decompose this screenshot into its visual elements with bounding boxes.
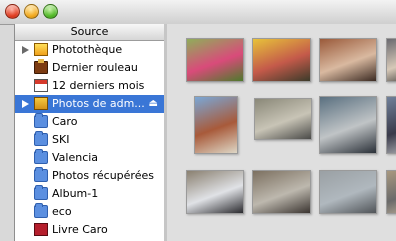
album-folder-icon [34, 113, 48, 128]
film-roll-icon [34, 59, 48, 74]
sidebar-item-label: eco [52, 205, 72, 218]
photo-thumbnail[interactable] [386, 38, 396, 82]
photo-thumbnail[interactable] [194, 96, 238, 154]
album-folder-icon [34, 149, 48, 164]
sidebar-item-caro[interactable]: Caro [15, 113, 164, 131]
photo-thumbnail[interactable] [386, 96, 396, 154]
sidebar-item-12-derniers-mois[interactable]: 12 derniers mois [15, 77, 164, 95]
album-folder-icon [34, 131, 48, 146]
eject-icon[interactable]: ⏏ [149, 95, 158, 113]
sidebar-item-label: Dernier rouleau [52, 61, 138, 74]
close-button[interactable] [5, 4, 20, 19]
sidebar-item-label: Photos de adm... [52, 97, 145, 110]
sidebar-item-photos-de-adm[interactable]: Photos de adm... ⏏ [15, 95, 164, 113]
sidebar-item-photos-recuperees[interactable]: Photos récupérées [15, 167, 164, 185]
sidebar-item-label: Valencia [52, 151, 99, 164]
sidebar-item-label: Photothèque [52, 43, 123, 56]
sidebar-item-label: 12 derniers mois [52, 79, 145, 92]
sidebar-item-album-1[interactable]: Album-1 [15, 185, 164, 203]
title-bar [0, 0, 396, 25]
sidebar-item-livre-caro[interactable]: Livre Caro [15, 221, 164, 239]
sidebar-item-eco[interactable]: eco [15, 203, 164, 221]
sidebar-item-label: Album-1 [52, 187, 99, 200]
divider [164, 24, 167, 241]
source-column-header[interactable]: Source [15, 24, 164, 41]
photo-thumbnail[interactable] [254, 98, 312, 140]
photo-thumbnail[interactable] [319, 170, 377, 214]
sidebar-item-dernier-rouleau[interactable]: Dernier rouleau [15, 59, 164, 77]
sidebar-item-ski[interactable]: SKI [15, 131, 164, 149]
photo-browser[interactable] [164, 24, 396, 241]
photo-thumbnail[interactable] [186, 170, 244, 214]
sidebar-item-label: Livre Caro [52, 223, 108, 236]
disclosure-triangle-icon[interactable] [22, 100, 29, 108]
album-folder-icon [34, 203, 48, 218]
album-folder-icon [34, 167, 48, 182]
sidebar-item-label: Photos récupérées [52, 169, 154, 182]
photo-thumbnail[interactable] [186, 38, 244, 82]
disclosure-triangle-icon[interactable] [22, 46, 29, 54]
zoom-button[interactable] [43, 4, 58, 19]
photo-thumbnail[interactable] [319, 96, 377, 154]
photo-thumbnail[interactable] [319, 38, 377, 82]
photo-thumbnail[interactable] [252, 38, 311, 82]
sidebar-item-valencia[interactable]: Valencia [15, 149, 164, 167]
sidebar-item-label: SKI [52, 133, 70, 146]
source-list[interactable]: Source Photothèque Dernier rouleau 12 de… [14, 24, 165, 241]
photo-thumbnail[interactable] [252, 170, 311, 214]
shared-library-icon [34, 97, 48, 110]
book-icon [34, 223, 48, 236]
minimize-button[interactable] [24, 4, 39, 19]
calendar-icon [34, 79, 48, 92]
sidebar-item-phototheque[interactable]: Photothèque [15, 41, 164, 59]
album-folder-icon [34, 185, 48, 200]
sidebar-item-label: Caro [52, 115, 78, 128]
library-icon [34, 43, 48, 56]
photo-thumbnail[interactable] [386, 170, 396, 214]
